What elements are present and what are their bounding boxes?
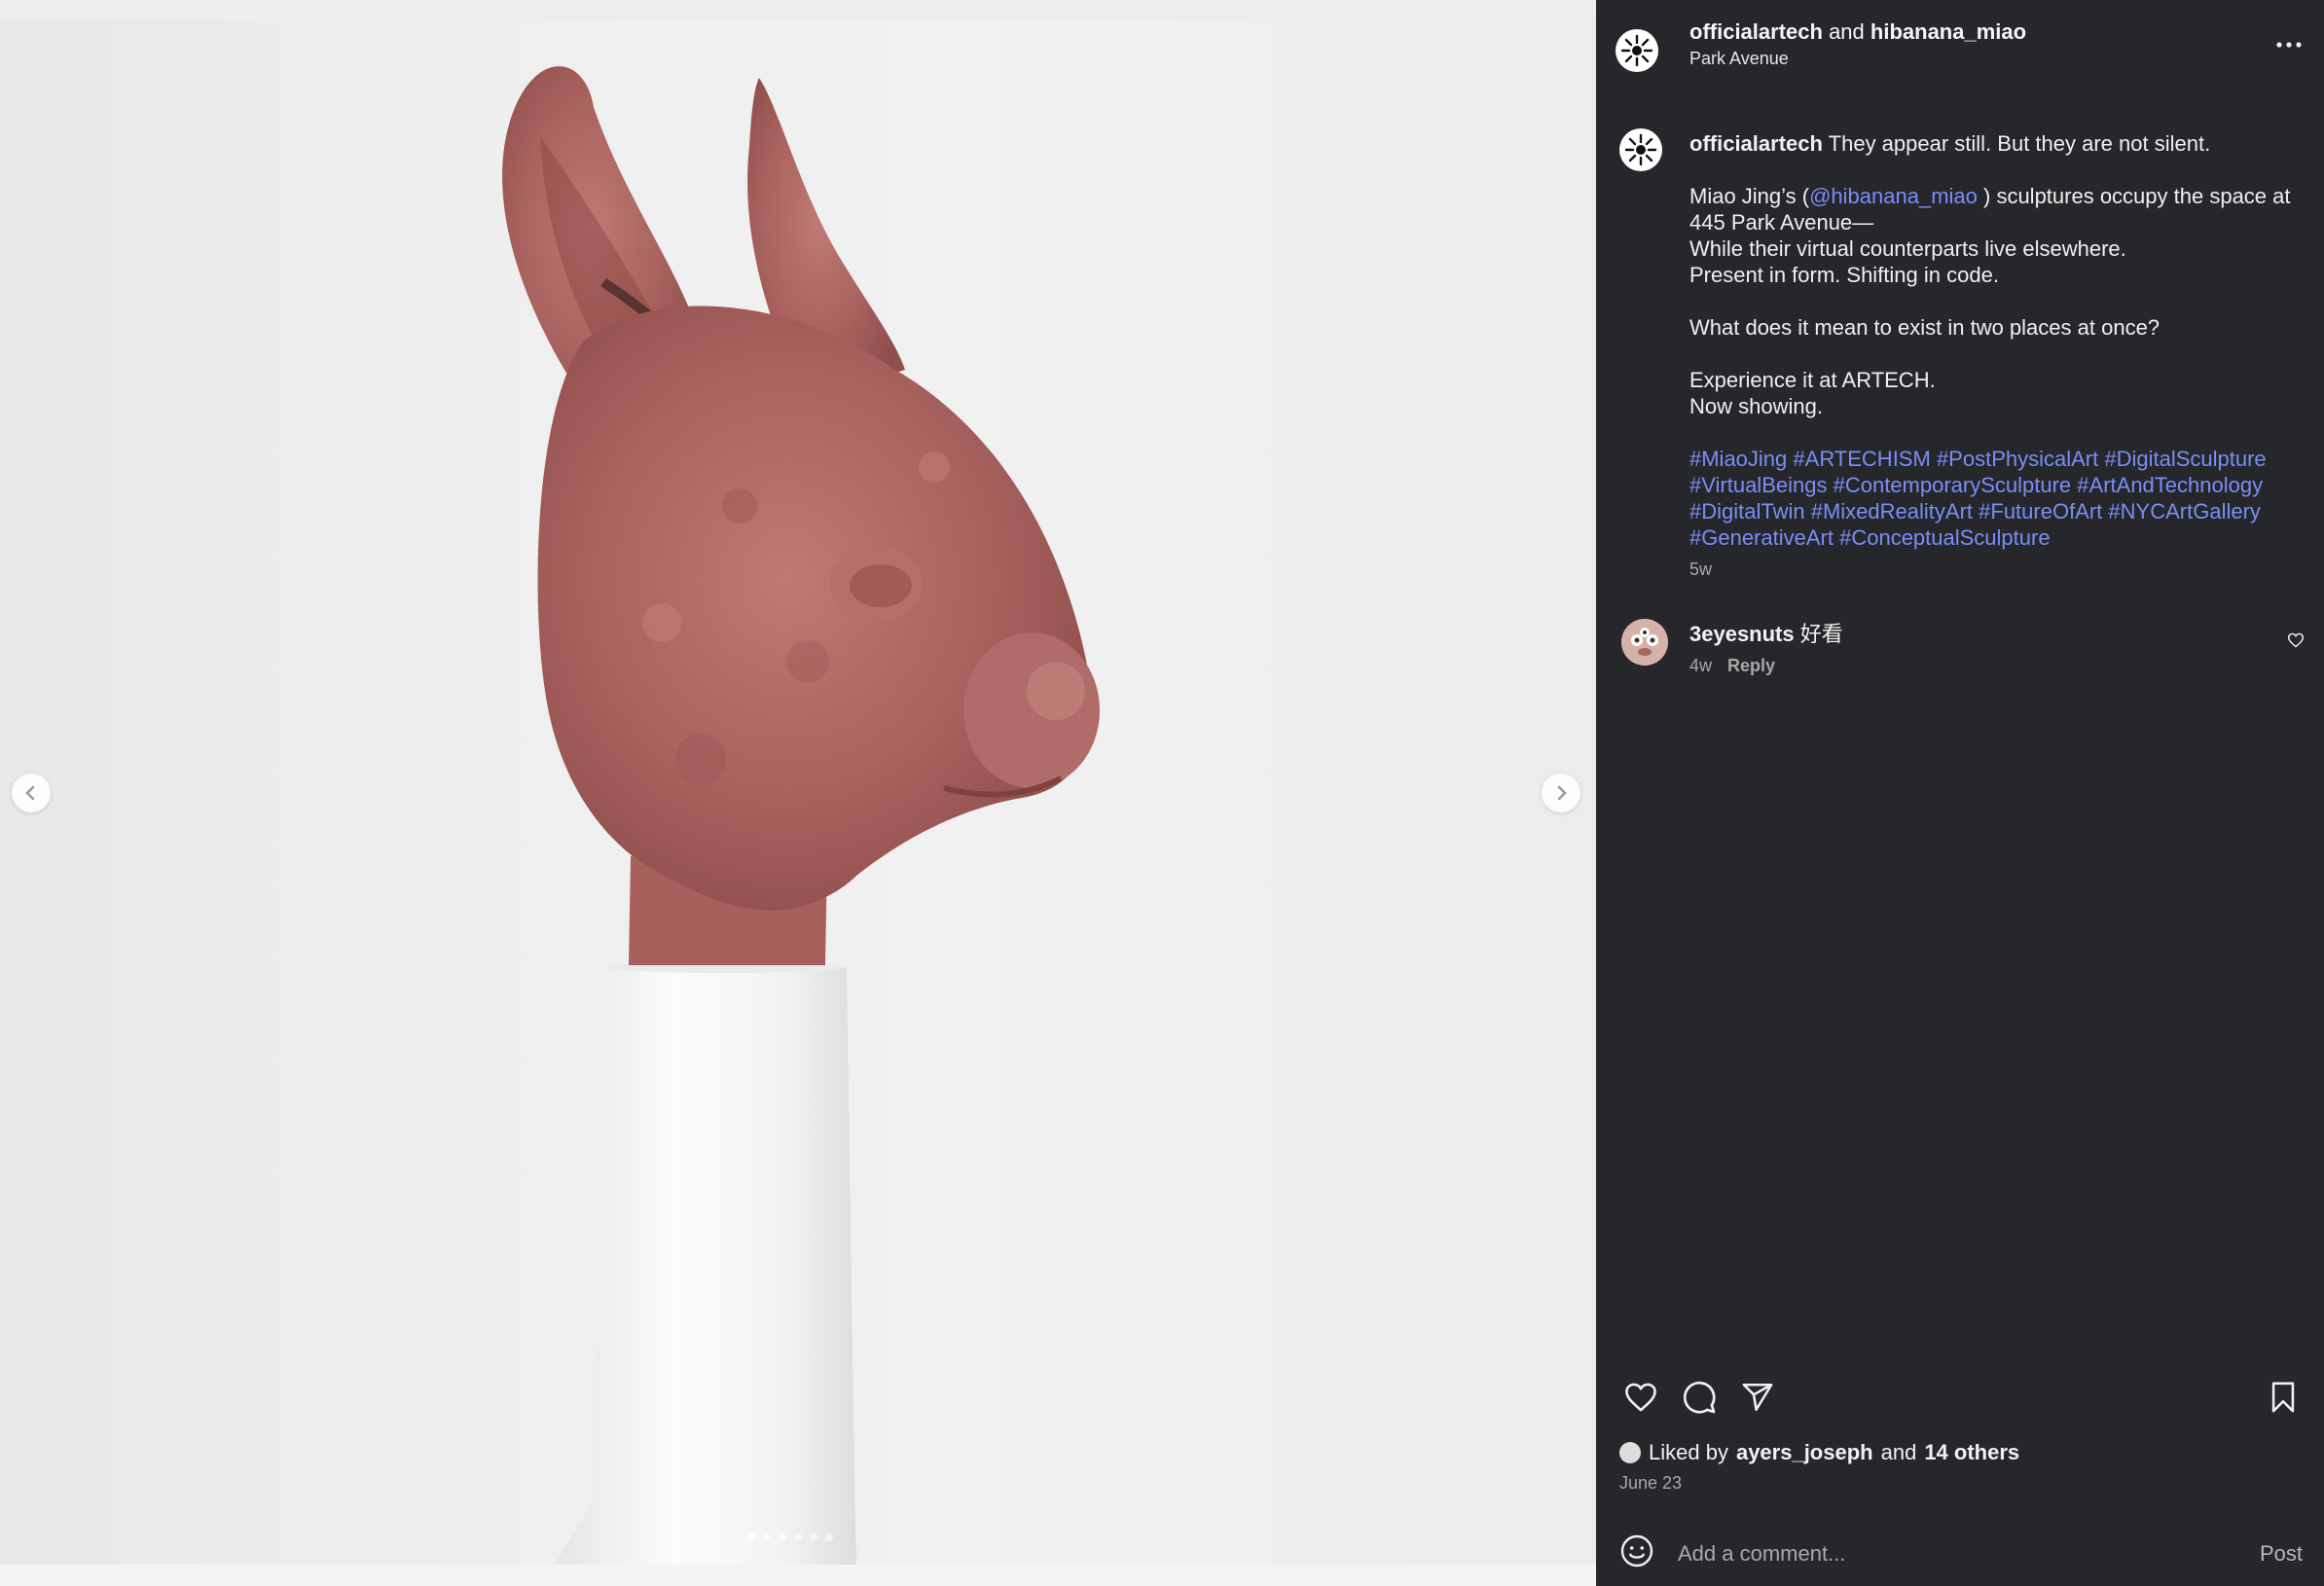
likes-summary: Liked by ayers_joseph and 14 others <box>1619 1440 2019 1465</box>
like-button[interactable] <box>1619 1376 1662 1419</box>
hashtag-link[interactable]: #ARTECHISM <box>1793 447 1930 471</box>
caption-line: Experience it at ARTECH. <box>1689 368 1936 392</box>
hashtag-link[interactable]: #FutureOfArt <box>1979 499 2102 523</box>
bookmark-icon <box>2271 1382 2295 1413</box>
comment-text: 好看 <box>1799 622 1843 646</box>
carousel-dot <box>810 1533 817 1541</box>
comment-button[interactable] <box>1678 1376 1721 1419</box>
carousel-dot <box>794 1533 802 1541</box>
carousel-prev-button[interactable] <box>12 774 51 812</box>
collaborator-username[interactable]: hibanana_miao <box>1870 19 2026 44</box>
mention-link[interactable]: @hibanana_miao <box>1809 184 1978 208</box>
more-horizontal-icon <box>2276 42 2302 48</box>
sculpture-illustration <box>502 66 1100 1565</box>
hashtag-link[interactable]: #DigitalTwin <box>1689 499 1805 523</box>
carousel-next-button[interactable] <box>1542 774 1580 812</box>
caption-username[interactable]: officialartech <box>1689 131 1823 156</box>
caption-line: What does it mean to exist in two places… <box>1689 315 2161 340</box>
author-avatar[interactable] <box>1616 29 1658 72</box>
hashtag-link[interactable]: #ArtAndTechnology <box>2077 473 2263 497</box>
comment-like-button[interactable] <box>2287 632 2305 653</box>
liker-username[interactable]: ayers_joseph <box>1736 1440 1873 1465</box>
artech-logo-icon <box>1620 34 1653 67</box>
emoji-button[interactable] <box>1619 1533 1658 1572</box>
post-date[interactable]: June 23 <box>1619 1473 1682 1494</box>
comment-timestamp[interactable]: 4w <box>1689 656 1712 676</box>
caption-line: Present in form. Shifting in code. <box>1689 263 1999 287</box>
post-header: officialartech and hibanana_miao Park Av… <box>1596 0 2324 97</box>
commenter-avatar-image <box>1621 619 1668 666</box>
add-comment-bar: Post <box>1596 1526 2324 1586</box>
hashtag-link[interactable]: #MiaoJing <box>1689 447 1787 471</box>
hashtag-link[interactable]: #VirtualBeings <box>1689 473 1827 497</box>
post-location[interactable]: Park Avenue <box>1689 49 1789 69</box>
header-joiner: and <box>1829 19 1865 44</box>
hashtag-link[interactable]: #DigitalSculpture <box>2104 447 2266 471</box>
hashtag-link[interactable]: #PostPhysicalArt <box>1937 447 2098 471</box>
caption-timestamp[interactable]: 5w <box>1689 557 2303 583</box>
carousel-indicator <box>747 1533 833 1541</box>
chevron-left-icon <box>25 785 35 801</box>
emoji-icon <box>1620 1534 1653 1568</box>
post-details-panel: officialartech and hibanana_miao Park Av… <box>1596 0 2324 1586</box>
artech-logo-icon <box>1624 133 1657 166</box>
post-actions <box>1596 1376 2324 1424</box>
hashtag-link[interactable]: #NYCArtGallery <box>2108 499 2260 523</box>
chevron-right-icon <box>1557 785 1567 801</box>
hashtag-link[interactable]: #MixedRealityArt <box>1811 499 1973 523</box>
author-username[interactable]: officialartech <box>1689 19 1823 44</box>
comment-meta: 4w Reply <box>1689 656 1775 676</box>
send-icon <box>1742 1383 1773 1412</box>
heart-icon <box>1625 1383 1656 1412</box>
comment-input[interactable] <box>1676 1533 2186 1574</box>
caption-line: Now showing. <box>1689 394 1823 418</box>
post-caption: officialartech They appear still. But th… <box>1689 130 2303 583</box>
carousel-dot <box>763 1533 771 1541</box>
likes-prefix: Liked by <box>1649 1440 1728 1464</box>
hashtag-list: #MiaoJing #ARTECHISM #PostPhysicalArt #D… <box>1689 446 2303 551</box>
caption-author-avatar[interactable] <box>1619 128 1662 171</box>
post-header-title: officialartech and hibanana_miao <box>1689 19 2026 45</box>
commenter-avatar[interactable] <box>1621 619 1668 666</box>
comment-icon <box>1683 1381 1716 1414</box>
commenter-username[interactable]: 3eyesnuts <box>1689 622 1795 646</box>
post-photo <box>0 19 1596 1565</box>
caption-line: While their virtual counterparts live el… <box>1689 236 2126 261</box>
caption-line: They appear still. But they are not sile… <box>1828 131 2211 156</box>
hashtag-link[interactable]: #ConceptualSculpture <box>1839 525 2050 550</box>
carousel-dot <box>747 1533 755 1541</box>
hashtag-link[interactable]: #ContemporarySculpture <box>1834 473 2072 497</box>
save-button[interactable] <box>2262 1376 2305 1419</box>
media-footer-strip <box>0 1565 1596 1586</box>
hashtag-link[interactable]: #GenerativeArt <box>1689 525 1834 550</box>
caption-text: Miao Jing’s ( <box>1689 184 1810 208</box>
carousel-dot <box>825 1533 833 1541</box>
likes-others-link[interactable]: 14 others <box>1924 1440 2019 1465</box>
post-comment-button[interactable]: Post <box>2260 1541 2303 1567</box>
liker-avatar[interactable] <box>1619 1442 1641 1463</box>
post-media <box>0 0 1596 1586</box>
reply-button[interactable]: Reply <box>1727 656 1775 676</box>
comment-item: 3eyesnuts 好看 4w Reply <box>1596 613 2324 691</box>
comment-body: 3eyesnuts 好看 <box>1689 617 1843 648</box>
likes-joiner: and <box>1880 1440 1917 1464</box>
heart-icon <box>2287 632 2305 648</box>
carousel-dot <box>779 1533 786 1541</box>
more-options-button[interactable] <box>2270 25 2308 64</box>
share-button[interactable] <box>1736 1376 1779 1419</box>
